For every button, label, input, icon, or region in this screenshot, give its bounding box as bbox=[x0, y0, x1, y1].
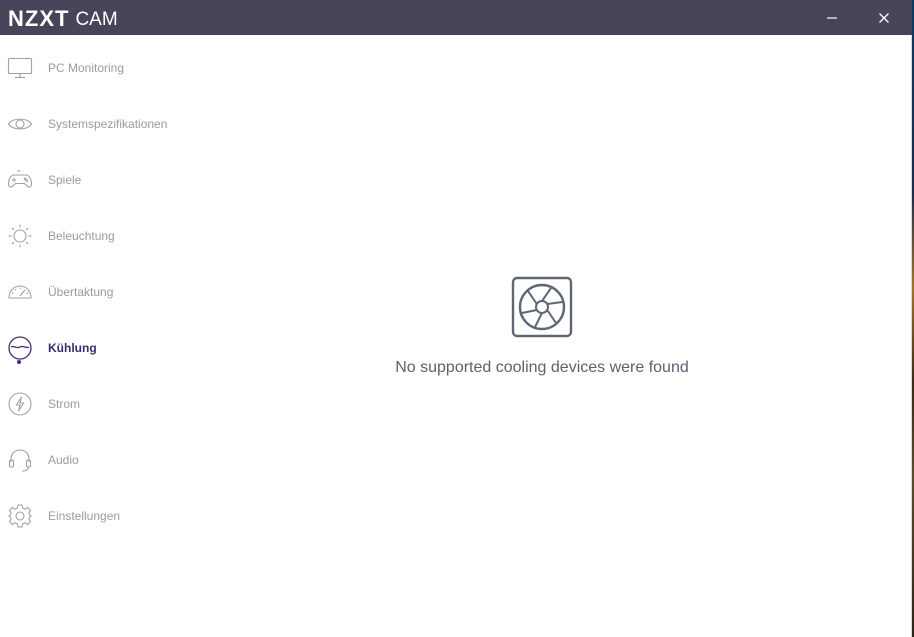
sidebar: PC Monitoring Systemspezifikationen Spie… bbox=[0, 35, 240, 637]
speedometer-icon bbox=[7, 279, 33, 305]
sidebar-item-pc-monitoring[interactable]: PC Monitoring bbox=[0, 40, 240, 96]
title-bar[interactable]: NZXT CAM bbox=[0, 0, 912, 35]
headset-icon bbox=[7, 447, 33, 473]
sidebar-item-systemspezifikationen[interactable]: Systemspezifikationen bbox=[0, 96, 240, 152]
minimize-button[interactable] bbox=[810, 0, 854, 35]
sidebar-item-label: Systemspezifikationen bbox=[48, 117, 168, 131]
sidebar-item-beleuchtung[interactable]: Beleuchtung bbox=[0, 208, 240, 264]
minimize-icon bbox=[827, 16, 837, 19]
sidebar-item-label: Strom bbox=[48, 397, 81, 411]
sidebar-item-label: PC Monitoring bbox=[48, 61, 125, 75]
sidebar-item-label: Spiele bbox=[48, 173, 82, 187]
app-window: NZXT CAM PC Monitoring Systemspezifikati… bbox=[0, 0, 912, 637]
sidebar-item-label: Audio bbox=[48, 453, 79, 467]
sidebar-item-label: Kühlung bbox=[48, 341, 97, 355]
sidebar-item-kuehlung[interactable]: Kühlung bbox=[0, 320, 240, 376]
sidebar-item-label: Beleuchtung bbox=[48, 229, 115, 243]
fan-icon bbox=[511, 276, 573, 338]
close-icon bbox=[879, 12, 889, 23]
eye-icon bbox=[7, 111, 33, 137]
sidebar-item-label: Einstellungen bbox=[48, 509, 121, 523]
sun-icon bbox=[7, 223, 33, 249]
monitor-icon bbox=[7, 55, 33, 81]
gamepad-icon bbox=[7, 167, 33, 193]
sidebar-item-einstellungen[interactable]: Einstellungen bbox=[0, 488, 240, 544]
sidebar-item-strom[interactable]: Strom bbox=[0, 376, 240, 432]
sidebar-item-label: Übertaktung bbox=[48, 285, 114, 299]
gear-icon bbox=[7, 503, 33, 529]
logo-product: CAM bbox=[75, 9, 118, 30]
close-button[interactable] bbox=[862, 0, 906, 35]
active-indicator-dot bbox=[17, 360, 21, 364]
nzxt-cam-logo: NZXT CAM bbox=[8, 6, 118, 30]
empty-state: No supported cooling devices were found bbox=[340, 276, 744, 377]
empty-state-message: No supported cooling devices were found bbox=[395, 359, 689, 376]
logo-brand: NZXT bbox=[8, 6, 70, 31]
sidebar-item-audio[interactable]: Audio bbox=[0, 432, 240, 488]
sidebar-item-uebertaktung[interactable]: Übertaktung bbox=[0, 264, 240, 320]
liquid-cooling-icon bbox=[7, 335, 33, 361]
sidebar-item-spiele[interactable]: Spiele bbox=[0, 152, 240, 208]
lightning-icon bbox=[7, 391, 33, 417]
